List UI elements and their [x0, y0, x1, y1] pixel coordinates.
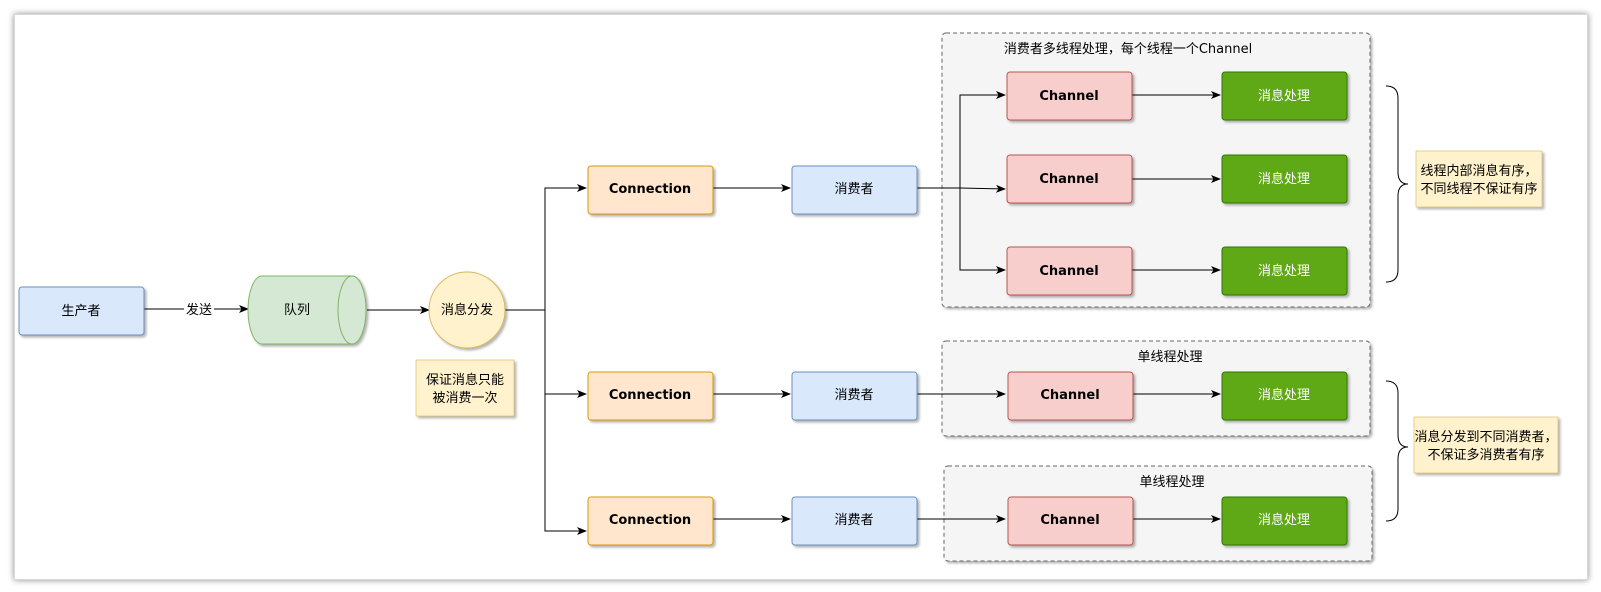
queue-node[interactable]: 队列: [247, 275, 367, 345]
connection-node-2[interactable]: Connection: [587, 371, 714, 421]
handler-node-4[interactable]: 消息处理: [1221, 371, 1348, 421]
flow-diagram: 消费者多线程处理，每个线程一个Channel 单线程处理 单线程处理 发送 生产: [18, 32, 1559, 562]
edge-dispatch-connection-1: [504, 184, 587, 311]
dispatch-label: 消息分发: [441, 302, 493, 318]
consumer-node-3[interactable]: 消费者: [791, 496, 918, 546]
note-2-line2: 不保证多消费者有序: [1427, 447, 1544, 463]
send-label: 发送: [186, 302, 212, 318]
group-title-multi: 消费者多线程处理，每个线程一个Channel: [1004, 41, 1252, 57]
connection-label-2: Connection: [609, 388, 691, 403]
dispatch-note-line1: 保证消息只能: [426, 372, 504, 388]
connection-node-3[interactable]: Connection: [587, 496, 714, 546]
handler-node-2[interactable]: 消息处理: [1221, 154, 1348, 204]
brace-1: [1385, 85, 1409, 283]
brace-2: [1385, 380, 1409, 522]
dispatch-node[interactable]: 消息分发: [428, 271, 506, 349]
handler-node-3[interactable]: 消息处理: [1221, 246, 1348, 296]
channel-node-2[interactable]: Channel: [1006, 154, 1133, 204]
handler-label-4: 消息处理: [1258, 387, 1310, 403]
producer-node[interactable]: 生产者: [18, 286, 145, 336]
channel-label-5: Channel: [1040, 513, 1099, 528]
edge-dispatch-connection-3: [544, 394, 587, 535]
queue-label: 队列: [284, 303, 310, 318]
connection-node-1[interactable]: Connection: [587, 165, 714, 215]
handler-label-5: 消息处理: [1258, 512, 1310, 528]
dispatch-note: 保证消息只能 被消费一次: [415, 359, 515, 417]
connection-label-1: Connection: [609, 182, 691, 197]
consumer-label-3: 消费者: [834, 513, 873, 528]
consumer-label-1: 消费者: [834, 182, 873, 197]
note-1-line2: 不同线程不保证有序: [1420, 182, 1537, 197]
handler-label-3: 消息处理: [1258, 263, 1310, 279]
channel-node-3[interactable]: Channel: [1006, 246, 1133, 296]
channel-node-1[interactable]: Channel: [1006, 71, 1133, 121]
handler-label-2: 消息处理: [1258, 171, 1310, 187]
channel-label-3: Channel: [1039, 264, 1098, 279]
handler-node-1[interactable]: 消息处理: [1221, 71, 1348, 121]
consumer-node-1[interactable]: 消费者: [791, 165, 918, 215]
note-2-line1: 消息分发到不同消费者，: [1414, 429, 1557, 445]
handler-node-5[interactable]: 消息处理: [1221, 496, 1348, 546]
group-title-single-2: 单线程处理: [1139, 475, 1204, 490]
connection-label-3: Connection: [609, 513, 691, 528]
dispatch-note-line2: 被消费一次: [432, 390, 497, 406]
channel-label-4: Channel: [1040, 388, 1099, 403]
channel-label-2: Channel: [1039, 172, 1098, 187]
producer-label: 生产者: [61, 304, 100, 319]
channel-node-4[interactable]: Channel: [1007, 371, 1134, 421]
edge-dispatch-connection-2: [544, 310, 587, 398]
handler-label-1: 消息处理: [1258, 88, 1310, 104]
note-ordering-1: 线程内部消息有序， 不同线程不保证有序: [1415, 150, 1543, 208]
note-ordering-2: 消息分发到不同消费者， 不保证多消费者有序: [1413, 416, 1559, 474]
consumer-label-2: 消费者: [834, 388, 873, 403]
consumer-node-2[interactable]: 消费者: [791, 371, 918, 421]
group-title-single-1: 单线程处理: [1137, 350, 1202, 365]
channel-label-1: Channel: [1039, 89, 1098, 104]
note-1-line1: 线程内部消息有序，: [1420, 163, 1537, 179]
channel-node-5[interactable]: Channel: [1007, 496, 1134, 546]
